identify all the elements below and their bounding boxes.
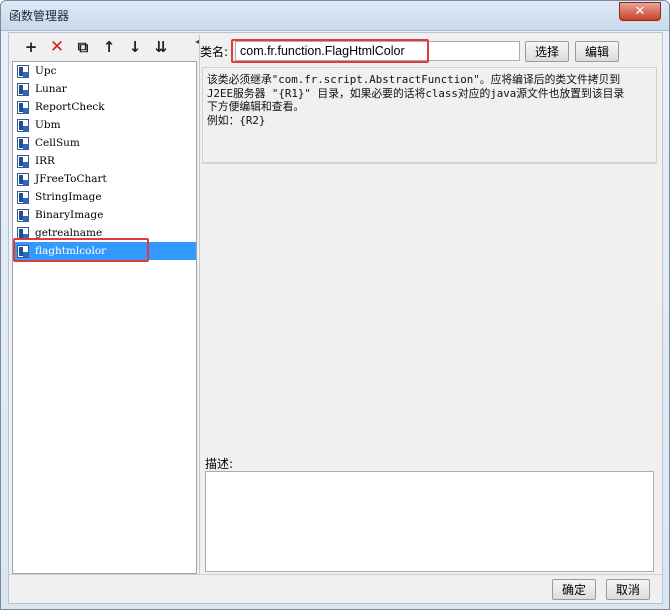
class-name-input[interactable]: com.fr.function.FlagHtmlColor <box>235 41 520 61</box>
function-file-icon <box>17 244 29 258</box>
function-detail-panel: 类名: com.fr.function.FlagHtmlColor 选择 编辑 … <box>199 35 661 574</box>
function-file-icon <box>17 82 29 96</box>
footer-divider <box>9 574 662 575</box>
title-bar: 函数管理器 ✕ <box>1 1 669 31</box>
function-file-icon <box>17 118 29 132</box>
list-item-label: flaghtmlcolor <box>35 245 107 257</box>
list-item[interactable]: JFreeToChart <box>13 170 196 188</box>
function-file-icon <box>17 208 29 222</box>
class-name-label: 类名: <box>200 45 229 59</box>
list-item[interactable]: ReportCheck <box>13 98 196 116</box>
list-item-label: Lunar <box>35 83 67 95</box>
list-item-label: ReportCheck <box>35 101 105 113</box>
list-item-label: getrealname <box>35 227 103 239</box>
window-title: 函数管理器 <box>9 9 70 23</box>
list-item[interactable]: getrealname <box>13 224 196 242</box>
function-file-icon <box>17 64 29 78</box>
list-item[interactable]: StringImage <box>13 188 196 206</box>
function-file-icon <box>17 190 29 204</box>
list-item[interactable]: IRR <box>13 152 196 170</box>
info-line: 该类必须继承"com.fr.script.AbstractFunction"。应… <box>207 73 621 86</box>
class-info-text: 该类必须继承"com.fr.script.AbstractFunction"。应… <box>202 67 657 163</box>
list-item-label: Ubm <box>35 119 61 131</box>
close-button[interactable]: ✕ <box>619 2 661 21</box>
list-item-label: BinaryImage <box>35 209 104 221</box>
list-item-label: JFreeToChart <box>35 173 107 185</box>
function-file-icon <box>17 100 29 114</box>
function-file-icon <box>17 226 29 240</box>
close-icon: ✕ <box>634 4 646 19</box>
list-item[interactable]: Upc <box>13 62 196 80</box>
info-line: 例如：{R2} <box>207 113 266 127</box>
list-item-label: Upc <box>35 65 57 77</box>
description-textarea[interactable] <box>205 471 654 572</box>
function-list-panel: + ✕ ⧉ ↑ ↓ ⇊ ◂ Upc Lunar ReportCheck Ubm CellSum IR… <box>12 35 199 574</box>
function-file-icon <box>17 172 29 186</box>
list-item[interactable]: BinaryImage <box>13 206 196 224</box>
list-item-label: IRR <box>35 155 55 167</box>
list-toolbar: + ✕ ⧉ ↑ ↓ ⇊ <box>12 35 197 59</box>
move-up-icon[interactable]: ↑ <box>98 37 120 57</box>
delete-icon[interactable]: ✕ <box>46 37 68 57</box>
copy-icon[interactable]: ⧉ <box>72 37 94 57</box>
function-manager-dialog: 函数管理器 ✕ + ✕ ⧉ ↑ ↓ ⇊ ◂ Upc Lunar ReportCheck Ubm C… <box>0 0 670 610</box>
list-item-label: CellSum <box>35 137 80 149</box>
move-down-icon[interactable]: ↓ <box>124 37 146 57</box>
cancel-button[interactable]: 取消 <box>606 579 650 600</box>
list-item[interactable]: Ubm <box>13 116 196 134</box>
function-file-icon <box>17 136 29 150</box>
function-list[interactable]: Upc Lunar ReportCheck Ubm CellSum IRR JFreeToC… <box>12 61 197 574</box>
divider <box>202 163 657 164</box>
list-item[interactable]: flaghtmlcolor <box>13 242 196 260</box>
function-file-icon <box>17 154 29 168</box>
add-icon[interactable]: + <box>20 37 42 57</box>
ok-button[interactable]: 确定 <box>552 579 596 600</box>
dialog-body: + ✕ ⧉ ↑ ↓ ⇊ ◂ Upc Lunar ReportCheck Ubm CellSum IR… <box>8 32 663 604</box>
list-item-label: StringImage <box>35 191 102 203</box>
select-button[interactable]: 选择 <box>525 41 569 62</box>
description-label: 描述: <box>205 457 234 471</box>
info-line: J2EE服务器 "{R1}" 目录，如果必要的话将class对应的java源文件… <box>207 86 625 100</box>
edit-button[interactable]: 编辑 <box>575 41 619 62</box>
list-item[interactable]: Lunar <box>13 80 196 98</box>
list-item[interactable]: CellSum <box>13 134 196 152</box>
sort-icon[interactable]: ⇊ <box>150 37 172 57</box>
info-line: 下方便编辑和查看。 <box>207 100 305 113</box>
